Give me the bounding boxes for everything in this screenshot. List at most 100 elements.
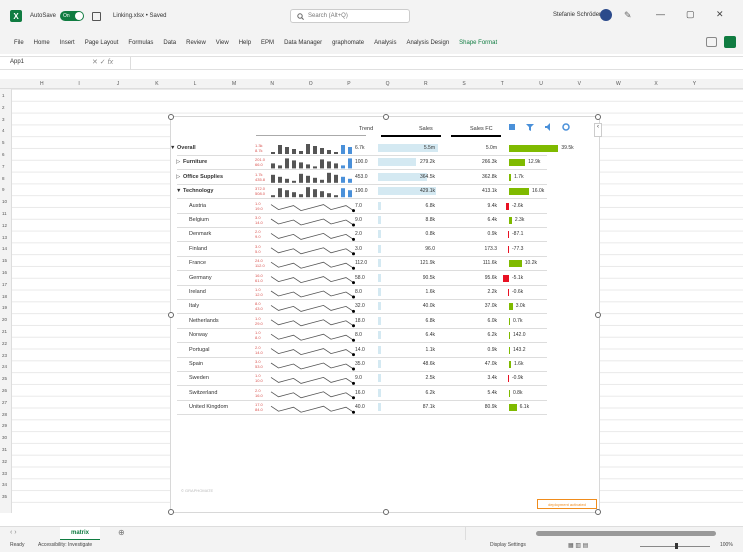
expand-caret-icon[interactable]: ▼: [170, 145, 175, 151]
zoom-thumb[interactable]: [675, 543, 678, 549]
comment-icon[interactable]: [706, 37, 717, 47]
collapsed-caret-icon[interactable]: ▷: [176, 159, 180, 165]
row-label[interactable]: Italy: [189, 303, 199, 309]
menu-tab-view[interactable]: View: [216, 40, 229, 46]
row-header[interactable]: 4: [2, 128, 5, 133]
column-header[interactable]: L: [194, 81, 197, 87]
column-header[interactable]: Q: [386, 81, 390, 87]
menu-tab-analysis[interactable]: Analysis: [374, 40, 396, 46]
row-header[interactable]: 28: [2, 412, 7, 417]
menu-tab-insert[interactable]: Insert: [60, 40, 75, 46]
row-header[interactable]: 15: [2, 258, 7, 263]
menu-tab-help[interactable]: Help: [239, 40, 251, 46]
row-header[interactable]: 30: [2, 435, 7, 440]
column-header[interactable]: O: [309, 81, 313, 87]
maximize-icon[interactable]: ▢: [686, 9, 695, 20]
filter-icon[interactable]: [526, 123, 534, 131]
minimize-icon[interactable]: —: [656, 9, 665, 19]
row-label[interactable]: Finland: [189, 246, 207, 252]
user-name[interactable]: Stefanie Schröder: [553, 12, 601, 18]
row-label[interactable]: Furniture: [183, 159, 207, 165]
row-header[interactable]: 22: [2, 341, 7, 346]
row-header[interactable]: 18: [2, 294, 7, 299]
sheet-nav-icons[interactable]: ‹ ›: [10, 529, 17, 536]
row-label[interactable]: Germany: [189, 275, 212, 281]
deployment-button[interactable]: deployment activated: [537, 499, 597, 509]
row-header[interactable]: 26: [2, 388, 7, 393]
row-label[interactable]: Switzerland: [189, 390, 217, 396]
column-header[interactable]: N: [270, 81, 274, 87]
add-sheet-icon[interactable]: ⊕: [118, 528, 125, 537]
display-settings[interactable]: Display Settings: [490, 542, 526, 548]
row-header[interactable]: 3: [2, 117, 5, 122]
chart-bar-icon[interactable]: [508, 123, 516, 131]
column-header[interactable]: M: [232, 81, 236, 87]
column-header[interactable]: Y: [693, 81, 696, 87]
file-name[interactable]: Linking.xlsx • Saved: [113, 13, 166, 19]
horizontal-scrollbar[interactable]: [465, 527, 743, 541]
row-label[interactable]: United Kingdom: [189, 404, 228, 410]
row-header[interactable]: 35: [2, 494, 7, 499]
row-header[interactable]: 2: [2, 105, 5, 110]
collapsed-caret-icon[interactable]: ▷: [176, 174, 180, 180]
row-header[interactable]: 23: [2, 353, 7, 358]
sound-icon[interactable]: [544, 123, 552, 131]
menu-tab-analysis-design[interactable]: Analysis Design: [406, 40, 449, 46]
name-box[interactable]: App1: [10, 59, 80, 65]
row-label[interactable]: Sweden: [189, 375, 209, 381]
menu-tab-graphomate[interactable]: graphomate: [332, 40, 364, 46]
row-header[interactable]: 7: [2, 164, 5, 169]
menu-tab-page-layout[interactable]: Page Layout: [85, 40, 119, 46]
resize-handle[interactable]: [595, 509, 601, 515]
row-label[interactable]: Belgium: [189, 217, 209, 223]
zoom-level[interactable]: 100%: [720, 542, 733, 548]
column-header[interactable]: J: [117, 81, 120, 87]
column-header[interactable]: U: [539, 81, 543, 87]
settings-icon[interactable]: [562, 123, 570, 131]
view-icons[interactable]: ▦ ▥ ▤: [568, 542, 588, 549]
column-header[interactable]: R: [424, 81, 428, 87]
row-header[interactable]: 24: [2, 364, 7, 369]
menu-tab-shape-format[interactable]: Shape Format: [459, 40, 497, 46]
column-header[interactable]: K: [155, 81, 158, 87]
row-header[interactable]: 33: [2, 471, 7, 476]
scrollbar-thumb[interactable]: [536, 531, 716, 536]
row-header[interactable]: 8: [2, 176, 5, 181]
row-label[interactable]: Portugal: [189, 347, 210, 353]
row-header[interactable]: 32: [2, 459, 7, 464]
row-header[interactable]: 5: [2, 140, 5, 145]
row-label[interactable]: Austria: [189, 203, 206, 209]
menu-tab-review[interactable]: Review: [186, 40, 206, 46]
fx-icon[interactable]: ✕ ✓ fx: [92, 58, 113, 66]
resize-handle[interactable]: [168, 509, 174, 515]
row-label[interactable]: Spain: [189, 361, 203, 367]
row-header[interactable]: 29: [2, 423, 7, 428]
row-label[interactable]: Denmark: [189, 231, 211, 237]
avatar[interactable]: [600, 9, 612, 21]
row-header[interactable]: 27: [2, 400, 7, 405]
row-header[interactable]: 10: [2, 199, 7, 204]
row-label[interactable]: Office Supplies: [183, 174, 223, 180]
share-icon[interactable]: [724, 36, 736, 48]
menu-tab-data[interactable]: Data: [163, 40, 176, 46]
row-header[interactable]: 31: [2, 447, 7, 452]
resize-handle[interactable]: [168, 312, 174, 318]
row-header[interactable]: 20: [2, 317, 7, 322]
menu-tab-formulas[interactable]: Formulas: [128, 40, 153, 46]
sheet-tab-matrix[interactable]: matrix: [60, 527, 100, 541]
column-header[interactable]: X: [654, 81, 657, 87]
collapse-panel-icon[interactable]: ‹: [594, 123, 602, 137]
resize-handle[interactable]: [595, 114, 601, 120]
column-header[interactable]: H: [40, 81, 44, 87]
menu-tab-data-manager[interactable]: Data Manager: [284, 40, 322, 46]
menu-tab-epm[interactable]: EPM: [261, 40, 274, 46]
row-header[interactable]: 12: [2, 223, 7, 228]
row-header[interactable]: 9: [2, 187, 5, 192]
row-header[interactable]: 11: [2, 211, 7, 216]
column-header[interactable]: S: [462, 81, 465, 87]
row-header[interactable]: 16: [2, 270, 7, 275]
row-label[interactable]: Ireland: [189, 289, 206, 295]
column-header[interactable]: W: [616, 81, 621, 87]
resize-handle[interactable]: [383, 509, 389, 515]
search-box[interactable]: Search (Alt+Q): [290, 9, 410, 23]
